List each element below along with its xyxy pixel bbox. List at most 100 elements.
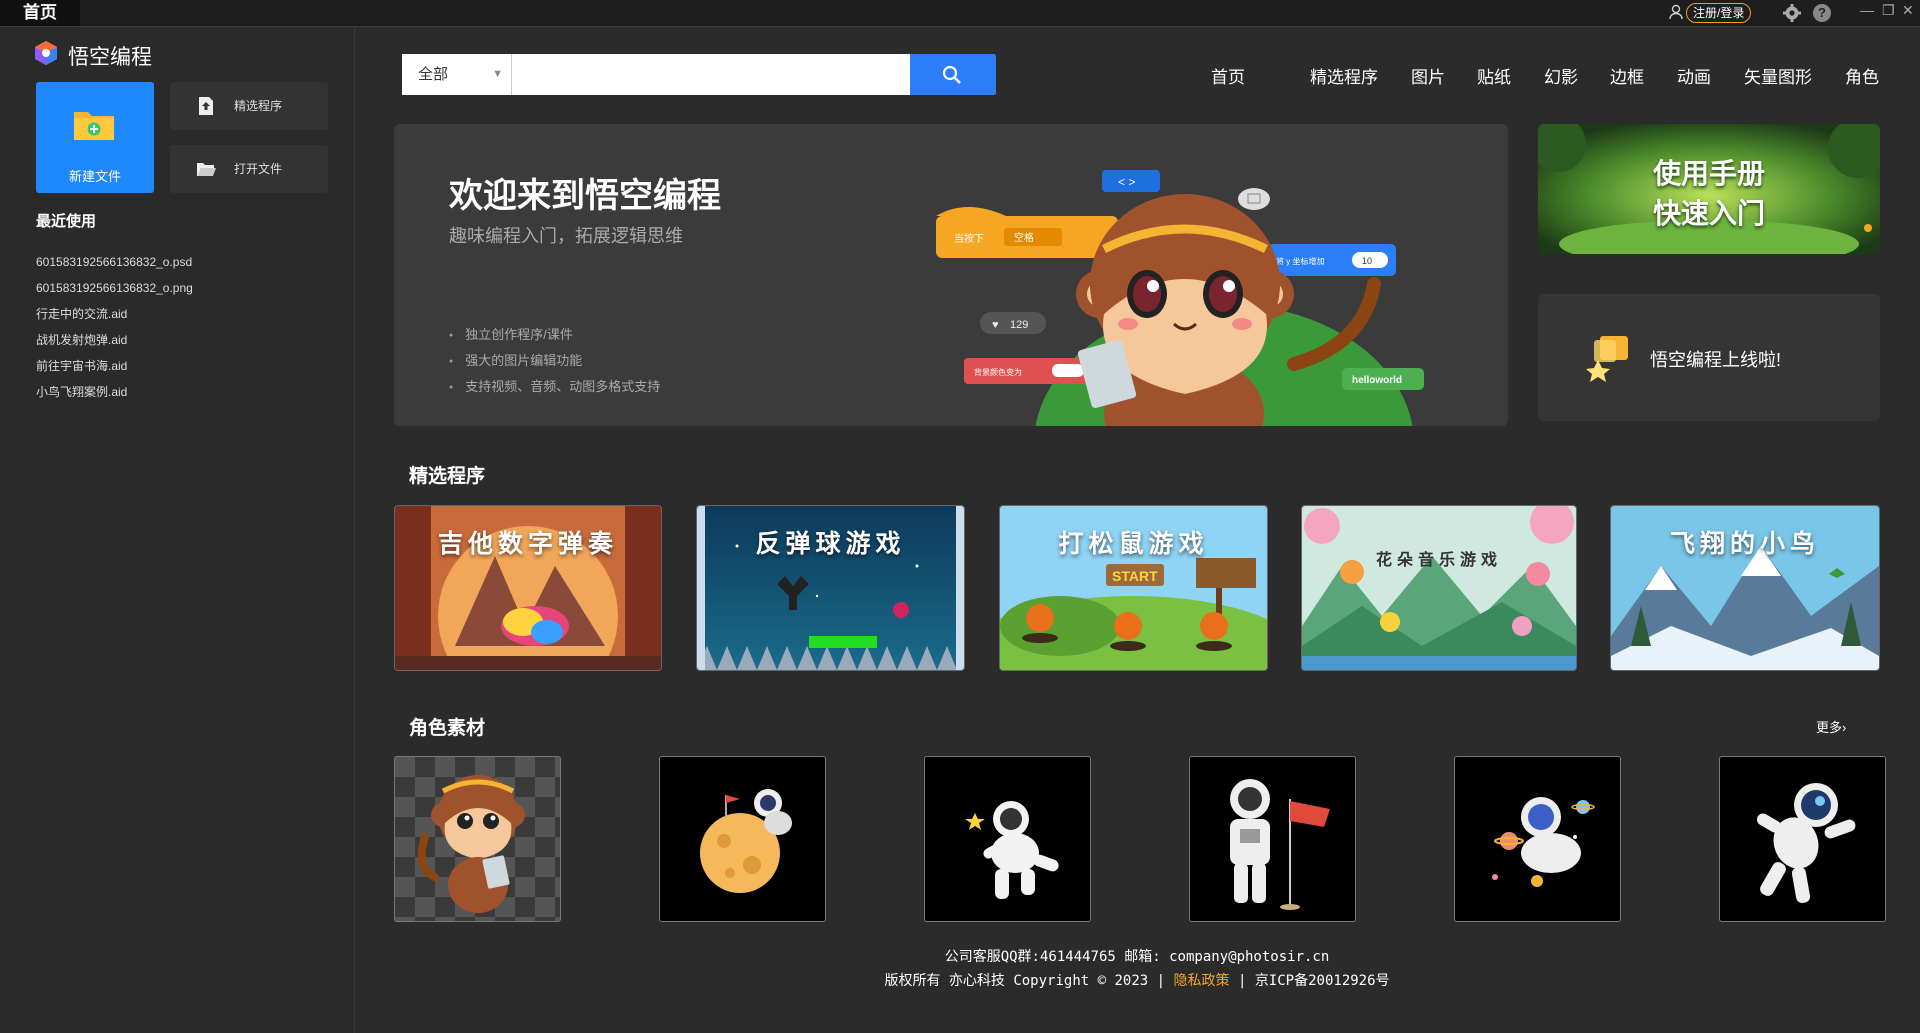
footer-copyright: 版权所有 亦心科技 Copyright © 2023 (884, 973, 1149, 989)
character-card-astronaut-flag[interactable] (1189, 756, 1356, 922)
search-icon (942, 65, 961, 84)
manual-title-line1: 使用手册 (1652, 158, 1765, 189)
banner-feature: 支持视频、音频、动图多格式支持 (449, 374, 660, 400)
nav-featured[interactable]: 精选程序 (1310, 63, 1378, 87)
nav-characters[interactable]: 角色 (1845, 63, 1879, 87)
help-icon[interactable]: ? (1813, 4, 1831, 22)
nav-stickers[interactable]: 贴纸 (1477, 63, 1511, 87)
code-tag: < > (1118, 175, 1135, 189)
close-button[interactable]: ✕ (1902, 2, 1914, 19)
chevron-down-icon: ▼ (492, 68, 503, 80)
open-folder-icon (197, 163, 216, 176)
sidebar: 悟空编程 新建文件 精选程序 打开文件 最近使用 601583192566136… (0, 27, 355, 1033)
program-title: 吉他数字弹奏 (437, 530, 618, 558)
recent-list: 601583192566136832_o.psd 601583192566136… (36, 252, 193, 408)
likes-count: 129 (1010, 319, 1028, 331)
launch-announcement-text: 悟空编程上线啦! (1650, 350, 1782, 370)
app-title: 悟空编程 (68, 46, 152, 69)
featured-section-title: 精选程序 (409, 466, 486, 487)
banner-feature: 独立创作程序/课件 (449, 322, 660, 348)
featured-programs-label: 精选程序 (234, 99, 283, 113)
helloworld-label: helloworld (1352, 375, 1402, 386)
characters-section-title: 角色素材 (409, 718, 486, 739)
search-scope-select[interactable]: 全部 ▼ (402, 54, 512, 95)
jumping-astronaut-image (1756, 783, 1856, 903)
program-title: 飞翔的小鸟 (1669, 530, 1820, 558)
nav-phantom[interactable]: 幻影 (1544, 63, 1578, 87)
manual-title-line2: 快速入门 (1652, 198, 1765, 229)
nav-home[interactable]: 首页 (1211, 63, 1245, 87)
program-title: 花朵音乐游戏 (1375, 552, 1502, 569)
astronaut-with-flag-image (1230, 779, 1330, 910)
search-bar: 全部 ▼ (402, 54, 996, 95)
program-card-bounce[interactable]: 反弹球游戏 (696, 505, 965, 671)
block-y-value: 10 (1362, 256, 1372, 266)
block-key-value: 空格 (1014, 231, 1034, 244)
footer-separator: | (1156, 973, 1166, 989)
banner-title: 欢迎来到悟空编程 (449, 177, 721, 215)
recent-item[interactable]: 战机发射炮弹.aid (36, 330, 193, 356)
floating-astronaut-image (965, 801, 1059, 899)
maximize-button[interactable]: ❐ (1882, 2, 1895, 19)
app-logo-icon (35, 41, 57, 65)
search-scope-value: 全部 (418, 66, 449, 83)
folder-plus-icon (74, 112, 114, 140)
block-key-label: 当按下 (954, 232, 984, 245)
nav-vector[interactable]: 矢量图形 (1744, 63, 1812, 87)
footer-legal: 版权所有 亦心科技 Copyright © 2023 | 隐私政策 | 京ICP… (354, 970, 1920, 990)
new-file-label: 新建文件 (68, 169, 121, 184)
upload-file-icon (199, 97, 213, 115)
nav-borders[interactable]: 边框 (1610, 63, 1644, 87)
login-register-button[interactable]: 注册/登录 (1686, 3, 1752, 23)
program-card-squirrel[interactable]: START 打松鼠游戏 (999, 505, 1268, 671)
nav-images[interactable]: 图片 (1411, 63, 1445, 87)
tab-home[interactable]: 首页 (0, 0, 80, 26)
bg-color-label: 背景颜色变为 (974, 367, 1022, 377)
banner-subtitle: 趣味编程入门，拓展逻辑思维 (449, 226, 683, 246)
start-sign-text: START (1112, 568, 1158, 584)
open-file-button[interactable]: 打开文件 (170, 145, 328, 193)
monkey-character-image (417, 775, 525, 913)
recent-item[interactable]: 601583192566136832_o.psd (36, 252, 193, 278)
privacy-policy-link[interactable]: 隐私政策 (1174, 973, 1230, 989)
more-characters-link[interactable]: 更多› (1816, 717, 1846, 736)
footer-contact: 公司客服QQ群:461444765 邮箱: company@photosir.c… (944, 949, 1330, 965)
program-title: 反弹球游戏 (755, 530, 906, 558)
featured-programs-button[interactable]: 精选程序 (170, 82, 328, 130)
nav-animation[interactable]: 动画 (1677, 63, 1711, 87)
recent-item[interactable]: 前往宇宙书海.aid (36, 356, 193, 382)
gear-icon[interactable] (1782, 3, 1802, 23)
recent-item[interactable]: 小鸟飞翔案例.aid (36, 382, 193, 408)
footer-separator: | (1237, 973, 1247, 989)
search-button[interactable] (910, 54, 996, 95)
search-input[interactable] (514, 54, 910, 95)
character-card-astronaut-jump[interactable] (1719, 756, 1886, 922)
recent-item[interactable]: 行走中的交流.aid (36, 304, 193, 330)
astronaut-on-moon-image (700, 789, 792, 893)
recent-item[interactable]: 601583192566136832_o.png (36, 278, 193, 304)
banner-feature: 强大的图片编辑功能 (449, 348, 660, 374)
new-file-button[interactable]: 新建文件 (36, 82, 154, 193)
minimize-button[interactable]: — (1860, 2, 1874, 18)
character-card-monkey[interactable] (394, 756, 561, 922)
program-card-flower-music[interactable]: 花朵音乐游戏 (1301, 505, 1577, 671)
svg-text:♥: ♥ (992, 319, 999, 331)
footer-icp[interactable]: 京ICP备20012926号 (1255, 973, 1390, 989)
welcome-banner[interactable]: 欢迎来到悟空编程 趣味编程入门，拓展逻辑思维 独立创作程序/课件 强大的图片编辑… (394, 124, 1508, 426)
title-bar: 首页 注册/登录 ? — ❐ ✕ (0, 0, 1920, 27)
character-card-astronaut-planets[interactable] (1454, 756, 1621, 922)
character-card-astronaut-float[interactable] (924, 756, 1091, 922)
program-card-flying-bird[interactable]: 飞翔的小鸟 (1610, 505, 1880, 671)
launch-announcement-card[interactable]: 悟空编程上线啦! (1538, 294, 1880, 421)
user-icon[interactable] (1668, 4, 1684, 20)
open-file-label: 打开文件 (234, 162, 283, 176)
block-y-label: 将 y 坐标增加 (1276, 256, 1324, 266)
user-manual-card[interactable]: 使用手册 快速入门 (1538, 124, 1880, 254)
program-title: 打松鼠游戏 (1058, 530, 1209, 558)
star-wand-icon (1586, 336, 1628, 382)
astronaut-with-planets-image (1492, 797, 1595, 887)
character-card-astronaut-moon[interactable] (659, 756, 826, 922)
banner-feature-list: 独立创作程序/课件 强大的图片编辑功能 支持视频、音频、动图多格式支持 (449, 322, 660, 400)
program-card-guitar[interactable]: 吉他数字弹奏 (394, 505, 662, 671)
recent-title: 最近使用 (36, 213, 97, 230)
